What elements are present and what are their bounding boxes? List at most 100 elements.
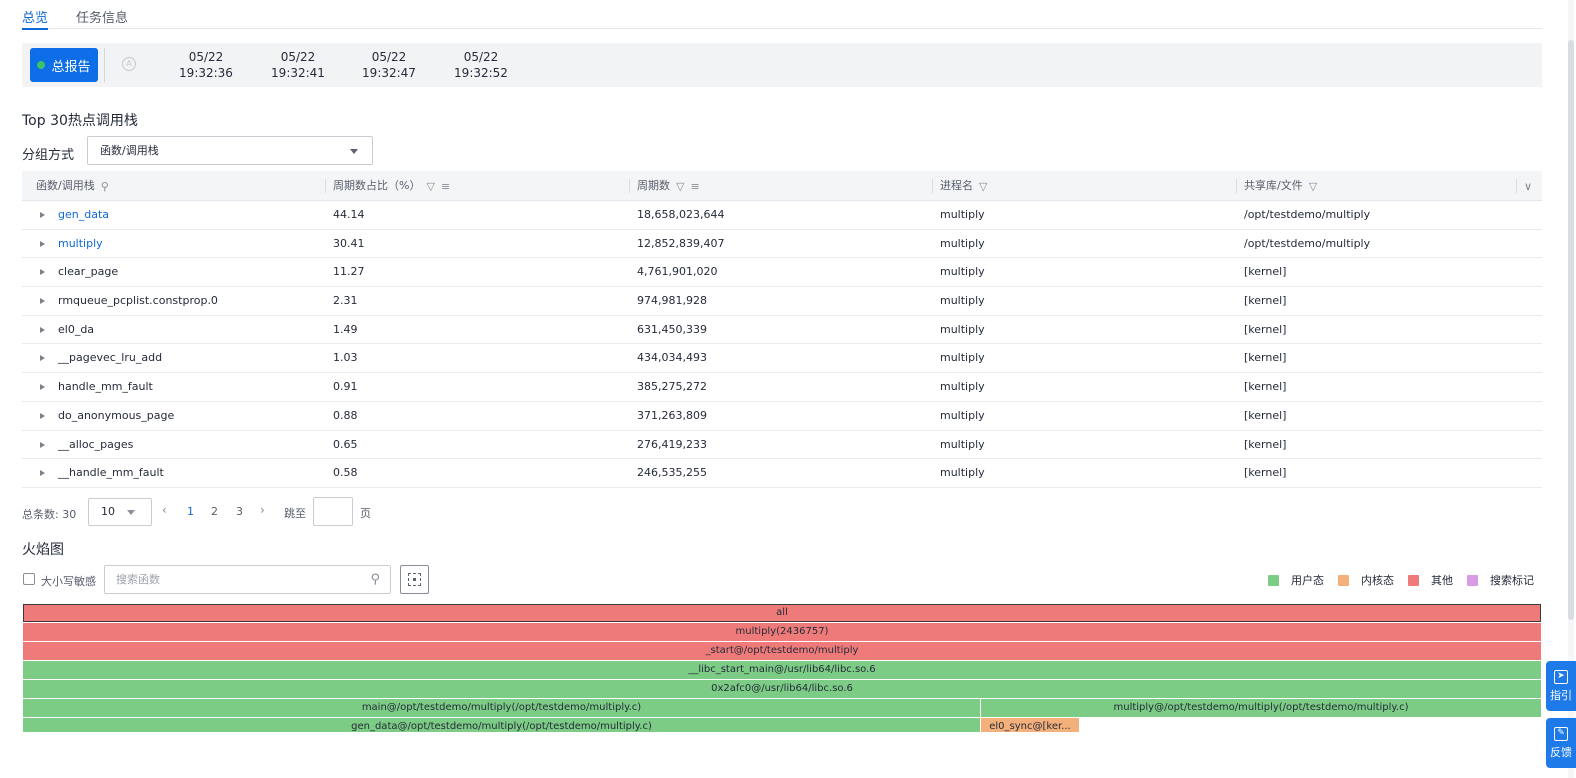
- process-cell: multiply: [940, 208, 985, 221]
- legend-item-other: 其他: [1408, 572, 1453, 588]
- flame-frame[interactable]: 0x2afc0@/usr/lib64/libc.so.6: [23, 680, 1542, 698]
- tab-task-info[interactable]: 任务信息: [76, 7, 128, 26]
- timeline-item[interactable]: 05/22 19:32:41: [262, 49, 334, 81]
- timeline-time: 19:32:47: [362, 66, 416, 80]
- page-number[interactable]: 3: [236, 505, 243, 518]
- function-cell: clear_page: [58, 265, 119, 279]
- process-cell: multiply: [940, 322, 985, 336]
- prev-page-icon[interactable]: ‹: [162, 503, 167, 517]
- timeline-date: 05/22: [463, 50, 499, 64]
- expand-columns-icon[interactable]: ∨: [1524, 180, 1532, 193]
- table-row[interactable]: gen_data 44.14 18,658,023,644 multiply /…: [22, 201, 1542, 230]
- auto-icon[interactable]: A: [122, 57, 136, 71]
- expand-arrow-icon[interactable]: [40, 326, 45, 333]
- legend-item-search-mark: 搜索标记: [1467, 572, 1534, 588]
- top-tab-bar: 总览 任务信息: [22, 0, 1542, 30]
- chevron-down-icon: [127, 510, 135, 515]
- page-number[interactable]: 1: [187, 505, 194, 518]
- filter-icon[interactable]: ▽: [979, 181, 987, 192]
- function-cell: __alloc_pages: [58, 437, 134, 451]
- cycle-pct-cell: 44.14: [333, 208, 365, 221]
- table-body: gen_data 44.14 18,658,023,644 multiply /…: [22, 201, 1542, 488]
- expand-arrow-icon[interactable]: [40, 212, 45, 218]
- function-cell[interactable]: gen_data: [58, 201, 109, 229]
- flame-frame[interactable]: multiply@/opt/testdemo/multiply(/opt/tes…: [981, 699, 1542, 717]
- expand-arrow-icon[interactable]: [40, 441, 45, 448]
- sort-icon[interactable]: ≡: [690, 181, 699, 192]
- group-by-select[interactable]: 函数/调用栈: [87, 136, 373, 165]
- search-icon[interactable]: ⚲: [101, 181, 109, 192]
- next-page-icon[interactable]: ›: [260, 503, 265, 517]
- case-sensitive-checkbox[interactable]: [23, 573, 35, 585]
- flame-frame[interactable]: __libc_start_main@/usr/lib64/libc.so.6: [23, 661, 1542, 679]
- page-size-value: 10: [101, 505, 115, 518]
- timeline-date: 05/22: [188, 50, 224, 64]
- tab-overview[interactable]: 总览: [22, 7, 49, 30]
- table-row[interactable]: el0_da 1.49 631,450,339 multiply [kernel…: [22, 316, 1542, 345]
- expand-arrow-icon[interactable]: [40, 355, 45, 362]
- expand-arrow-icon[interactable]: [40, 412, 45, 419]
- library-cell: /opt/testdemo/multiply: [1244, 208, 1371, 221]
- filter-icon[interactable]: ▽: [426, 181, 434, 192]
- total-count: 总条数: 30: [22, 508, 77, 521]
- table-header: 函数/调用栈 ⚲ 周期数占比（%） ▽ ≡ 周期数 ▽ ≡ 进程名 ▽ 共享库/…: [22, 171, 1542, 201]
- expand-arrow-icon[interactable]: [40, 384, 45, 391]
- function-search-input[interactable]: [105, 566, 345, 593]
- hot-stack-title: Top 30热点调用栈: [22, 113, 138, 129]
- timeline-date: 05/22: [280, 50, 316, 64]
- jump-page-input[interactable]: [313, 497, 353, 526]
- library-cell: [kernel]: [1244, 437, 1287, 451]
- table-row[interactable]: __alloc_pages 0.65 276,419,233 multiply …: [22, 431, 1542, 460]
- send-icon: ➤: [1554, 669, 1568, 684]
- cycles-cell: 246,535,255: [637, 466, 707, 480]
- expand-arrow-icon[interactable]: [40, 298, 45, 305]
- column-divider: [1236, 179, 1237, 193]
- total-report-button[interactable]: 总报告: [30, 48, 98, 82]
- cycle-pct-cell: 30.41: [333, 236, 365, 250]
- status-dot-icon: [37, 61, 46, 69]
- legend-item-user: 用户态: [1268, 572, 1324, 588]
- page-size-select[interactable]: 10: [88, 498, 152, 526]
- search-icon[interactable]: ⚲: [370, 572, 380, 587]
- flame-frame[interactable]: _start@/opt/testdemo/multiply: [23, 642, 1542, 660]
- guide-button[interactable]: ➤ 指引: [1546, 661, 1576, 711]
- timeline-item[interactable]: 05/22 19:32:52: [445, 49, 517, 81]
- filter-icon[interactable]: ▽: [676, 181, 684, 192]
- table-row[interactable]: multiply 30.41 12,852,839,407 multiply /…: [22, 230, 1542, 259]
- group-by-label: 分组方式: [22, 148, 75, 163]
- library-cell: [kernel]: [1244, 265, 1287, 279]
- process-cell: multiply: [940, 408, 985, 422]
- edit-icon: ✎: [1554, 726, 1568, 741]
- legend-swatch: [1338, 574, 1349, 586]
- flame-frame[interactable]: main@/opt/testdemo/multiply(/opt/testdem…: [23, 699, 981, 717]
- fit-screen-button[interactable]: [400, 565, 429, 594]
- timeline-item[interactable]: 05/22 19:32:47: [353, 49, 425, 81]
- flame-frame[interactable]: multiply(2436757): [23, 623, 1542, 641]
- table-row[interactable]: __handle_mm_fault 0.58 246,535,255 multi…: [22, 459, 1542, 488]
- table-row[interactable]: handle_mm_fault 0.91 385,275,272 multipl…: [22, 373, 1542, 402]
- flame-frame[interactable]: gen_data@/opt/testdemo/multiply(/opt/tes…: [23, 718, 981, 732]
- legend-swatch: [1408, 574, 1419, 586]
- flame-frame[interactable]: el0_sync@[ker...: [981, 718, 1080, 732]
- table-row[interactable]: __pagevec_lru_add 1.03 434,034,493 multi…: [22, 344, 1542, 374]
- legend-swatch: [1467, 574, 1478, 586]
- expand-arrow-icon[interactable]: [40, 470, 45, 477]
- library-cell: [kernel]: [1244, 408, 1287, 422]
- function-cell[interactable]: multiply: [58, 230, 103, 258]
- expand-arrow-icon[interactable]: [40, 240, 45, 247]
- feedback-button[interactable]: ✎ 反馈: [1546, 718, 1576, 768]
- table-row[interactable]: rmqueue_pcplist.constprop.0 2.31 974,981…: [22, 287, 1542, 316]
- cycle-pct-cell: 1.49: [333, 322, 358, 336]
- flame-graph-title: 火焰图: [22, 542, 64, 558]
- cycle-pct-cell: 0.65: [333, 437, 358, 451]
- page-number[interactable]: 2: [211, 505, 218, 518]
- sort-icon[interactable]: ≡: [441, 181, 450, 192]
- flame-frame[interactable]: all: [23, 604, 1542, 622]
- scrollbar-thumb[interactable]: [1568, 40, 1574, 620]
- timeline-item[interactable]: 05/22 19:32:36: [170, 49, 242, 81]
- filter-icon[interactable]: ▽: [1309, 181, 1317, 192]
- table-row[interactable]: do_anonymous_page 0.88 371,263,809 multi…: [22, 402, 1542, 431]
- expand-arrow-icon[interactable]: [40, 269, 45, 276]
- hot-stack-table: 函数/调用栈 ⚲ 周期数占比（%） ▽ ≡ 周期数 ▽ ≡ 进程名 ▽ 共享库/…: [22, 171, 1542, 488]
- table-row[interactable]: clear_page 11.27 4,761,901,020 multiply …: [22, 258, 1542, 288]
